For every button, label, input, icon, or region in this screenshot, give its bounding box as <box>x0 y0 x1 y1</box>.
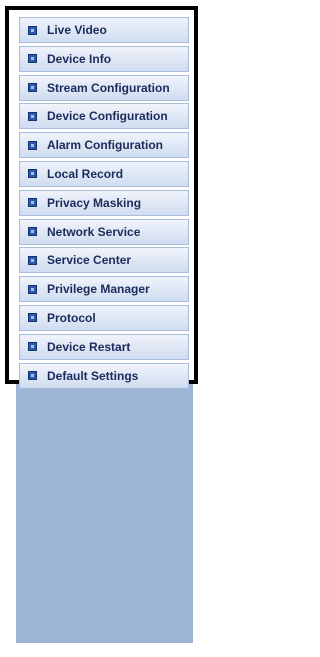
sidebar-item-network-service[interactable]: Network Service <box>19 218 189 245</box>
menu-square-icon <box>28 255 37 265</box>
sidebar-item-protocol[interactable]: Protocol <box>19 304 189 331</box>
sidebar-item-privacy-masking[interactable]: Privacy Masking <box>19 189 189 216</box>
sidebar-item-label: Alarm Configuration <box>47 138 163 153</box>
menu-frame: Live Video Device Info Stream Configurat… <box>5 6 198 389</box>
sidebar-item-alarm-configuration[interactable]: Alarm Configuration <box>19 132 189 159</box>
sidebar-item-live-video[interactable]: Live Video <box>19 17 189 43</box>
menu-square-icon <box>28 140 37 150</box>
sidebar-item-label: Protocol <box>47 310 96 325</box>
sidebar-item-label: Privilege Manager <box>47 282 150 297</box>
page: Live Video Device Info Stream Configurat… <box>0 0 207 657</box>
sidebar-item-label: Privacy Masking <box>47 195 142 210</box>
sidebar-item-label: Device Restart <box>47 339 131 354</box>
sidebar-item-device-restart[interactable]: Device Restart <box>19 333 189 360</box>
sidebar-item-default-settings[interactable]: Default Settings <box>19 362 189 389</box>
sidebar-item-device-configuration[interactable]: Device Configuration <box>19 103 189 130</box>
sidebar-item-label: Default Settings <box>47 368 139 383</box>
sidebar-item-label: Network Service <box>47 224 141 239</box>
menu-square-icon <box>28 342 37 352</box>
menu-square-icon <box>28 83 37 93</box>
menu-square-icon <box>28 227 37 237</box>
sidebar-item-label: Live Video <box>47 23 107 37</box>
sidebar-item-privilege-manager[interactable]: Privilege Manager <box>19 276 189 303</box>
menu-square-icon <box>28 313 37 323</box>
menu-square-icon <box>28 54 37 64</box>
sidebar-item-stream-configuration[interactable]: Stream Configuration <box>19 74 189 101</box>
menu-square-icon <box>28 25 37 35</box>
sidebar-item-local-record[interactable]: Local Record <box>19 160 189 187</box>
sidebar-item-label: Stream Configuration <box>47 80 170 95</box>
menu-square-icon <box>28 284 37 294</box>
sidebar-item-device-info[interactable]: Device Info <box>19 45 189 72</box>
sidebar-item-label: Device Configuration <box>47 109 168 124</box>
menu-square-icon <box>28 198 37 208</box>
sidebar-item-label: Device Info <box>47 51 112 66</box>
sidebar-item-service-center[interactable]: Service Center <box>19 247 189 274</box>
menu-square-icon <box>28 111 37 121</box>
sidebar-menu: Live Video Device Info Stream Configurat… <box>19 17 189 391</box>
menu-square-icon <box>28 371 37 381</box>
sidebar-item-label: Service Center <box>47 253 132 268</box>
menu-square-icon <box>28 169 37 179</box>
sidebar-item-label: Local Record <box>47 166 124 181</box>
